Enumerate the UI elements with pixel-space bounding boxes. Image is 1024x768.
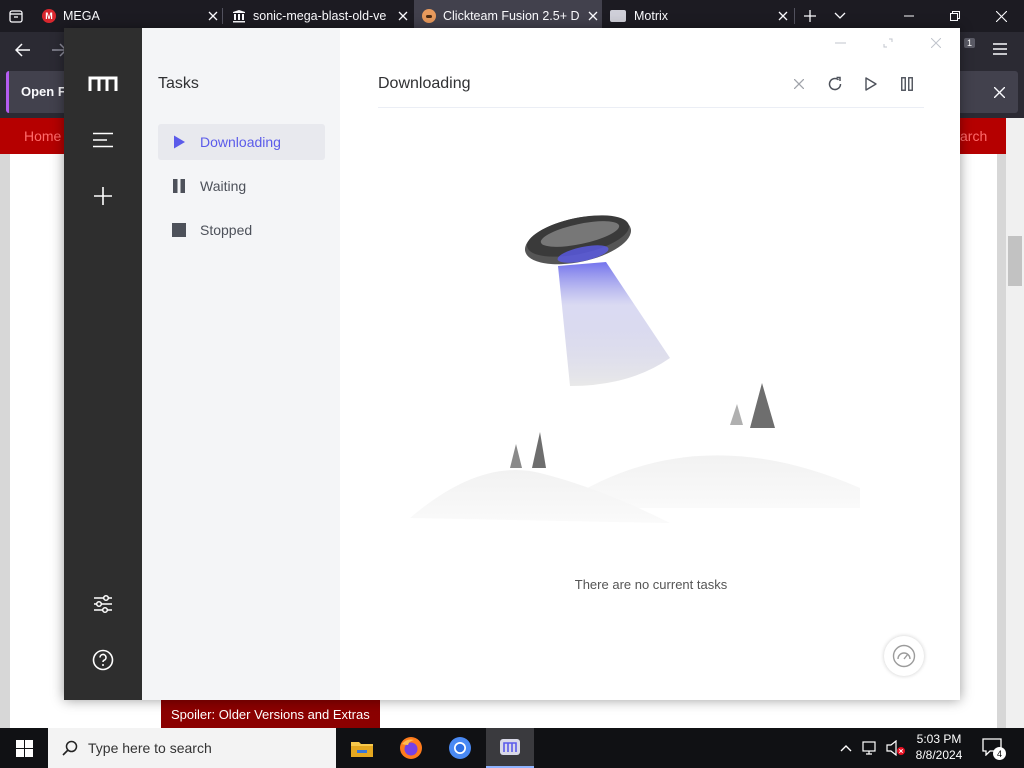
task-sidebar: Tasks Downloading Waiting Stopped: [142, 28, 340, 700]
app-maximize-icon[interactable]: [868, 32, 908, 54]
close-icon[interactable]: [394, 7, 412, 25]
add-task-icon[interactable]: [85, 178, 121, 214]
resume-all-icon[interactable]: [858, 71, 884, 97]
pause-icon: [158, 168, 200, 204]
app-close-icon[interactable]: [916, 32, 956, 54]
motrix-logo-icon: [85, 66, 121, 102]
page-scrollbar[interactable]: [1006, 118, 1024, 728]
clock-date: 8/8/2024: [915, 748, 963, 762]
list-tabs-icon[interactable]: [830, 6, 850, 26]
ufo-empty-illustration: [410, 215, 860, 523]
task-list-waiting[interactable]: Waiting: [158, 168, 325, 204]
mega-logo-icon: M: [42, 9, 56, 23]
tab-title: Clickteam Fusion 2.5+ De: [443, 9, 580, 23]
speedometer-icon[interactable]: [884, 636, 924, 676]
chromium-icon[interactable]: [436, 728, 484, 768]
spoiler-button[interactable]: Spoiler: Older Versions and Extras: [161, 700, 380, 728]
task-list-icon[interactable]: [85, 122, 121, 158]
close-window-icon[interactable]: [978, 0, 1024, 32]
sidebar-title: Tasks: [158, 75, 199, 92]
page-title: Downloading: [378, 75, 471, 92]
clock-time: 5:03 PM: [916, 732, 962, 746]
tab-title: sonic-mega-blast-old-ve: [253, 9, 387, 23]
tab-title: MEGA: [63, 9, 100, 23]
archive-icon: [232, 9, 246, 23]
refresh-icon[interactable]: [822, 71, 848, 97]
notification-count-badge: 4: [993, 747, 1006, 760]
close-icon[interactable]: [584, 7, 602, 25]
tab-overview-icon[interactable]: [6, 6, 26, 26]
system-clock[interactable]: 5:03 PM 8/8/2024: [912, 731, 966, 763]
back-icon[interactable]: [12, 39, 34, 61]
notification-center-icon[interactable]: 4: [982, 738, 1008, 760]
task-main-panel: Downloading There are no current tasks: [340, 28, 960, 700]
page-scrollbar-thumb[interactable]: [1008, 236, 1022, 286]
pause-all-icon[interactable]: [894, 71, 920, 97]
clear-tasks-icon[interactable]: [786, 71, 812, 97]
clickteam-icon: [422, 9, 436, 23]
close-notification-icon[interactable]: [991, 84, 1007, 100]
extension-icon[interactable]: 1: [960, 38, 978, 58]
search-icon: [62, 740, 78, 756]
page-nav-home[interactable]: Home: [24, 128, 61, 144]
task-list-stopped[interactable]: Stopped: [158, 212, 325, 248]
close-icon[interactable]: [774, 7, 792, 25]
search-placeholder: Type here to search: [88, 740, 212, 756]
taskbar-search[interactable]: Type here to search: [48, 728, 336, 768]
volume-muted-icon[interactable]: [886, 740, 906, 756]
help-icon[interactable]: [85, 642, 121, 678]
empty-state-text: There are no current tasks: [574, 577, 728, 592]
play-icon: [158, 124, 200, 160]
file-explorer-icon[interactable]: [338, 728, 386, 768]
show-hidden-icons[interactable]: [838, 740, 854, 756]
page-nav-search[interactable]: arch: [960, 128, 987, 144]
task-list-label: Downloading: [200, 134, 281, 150]
tab-title: Motrix: [634, 9, 669, 23]
windows-taskbar: Type here to search 5:03 PM 8/8/2024 4: [0, 728, 1024, 768]
firefox-icon[interactable]: [387, 728, 435, 768]
header-divider: [378, 107, 924, 108]
motrix-tab-icon: [610, 10, 626, 22]
new-tab-icon[interactable]: [800, 6, 820, 26]
task-list-label: Stopped: [200, 222, 253, 238]
notification-text[interactable]: Open Fi: [21, 84, 69, 99]
motrix-taskbar-icon[interactable]: [486, 728, 534, 768]
task-list-downloading[interactable]: Downloading: [158, 124, 325, 160]
app-sidebar: [64, 28, 142, 700]
menu-icon[interactable]: [990, 40, 1010, 58]
app-minimize-icon[interactable]: [820, 32, 860, 54]
task-list-label: Waiting: [200, 178, 247, 194]
motrix-window: Tasks Downloading Waiting Stopped Downlo…: [64, 28, 960, 700]
extension-badge: 1: [964, 38, 976, 48]
network-icon[interactable]: [862, 740, 880, 756]
close-icon[interactable]: [204, 7, 222, 25]
preferences-icon[interactable]: [85, 586, 121, 622]
stop-icon: [158, 212, 200, 248]
start-button[interactable]: [0, 728, 48, 768]
windows-logo-icon: [15, 739, 33, 757]
